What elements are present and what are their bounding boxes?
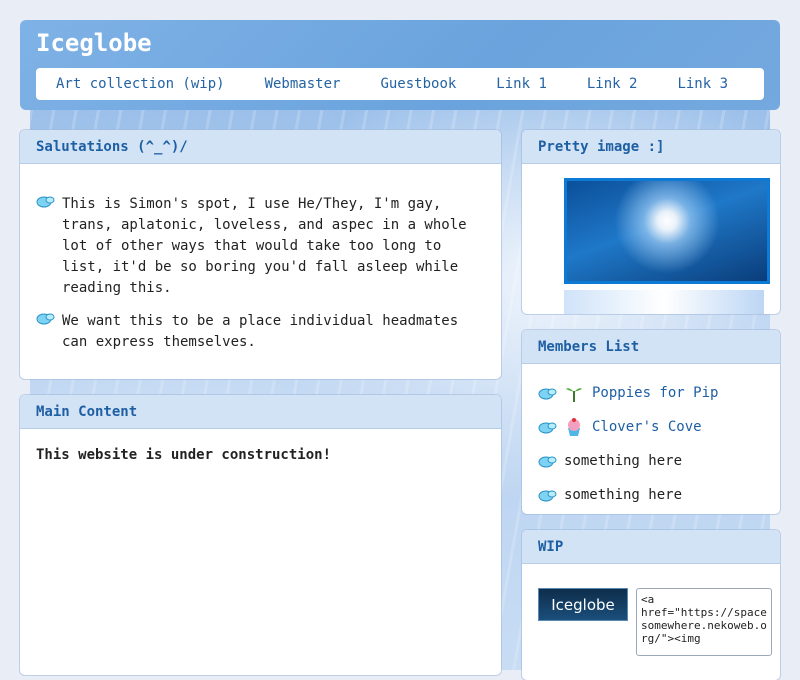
member-item[interactable]: Poppies for Pip <box>538 376 764 410</box>
embed-code-textarea[interactable]: <a href="https://spacesomewhere.nekoweb.… <box>636 588 772 656</box>
nav-link-1[interactable]: Link 1 <box>476 76 567 92</box>
nav-art-collection[interactable]: Art collection (wip) <box>36 76 245 92</box>
list-item: This is Simon's spot, I use He/They, I'm… <box>36 194 485 299</box>
member-item: something here <box>538 478 764 512</box>
bubble-icon <box>538 388 557 399</box>
main-content-panel: Main Content This website is under const… <box>20 395 501 675</box>
cupcake-icon <box>568 418 580 436</box>
salutation-text: This is Simon's spot, I use He/They, I'm… <box>62 196 467 296</box>
pretty-image-title: Pretty image :] <box>522 130 780 164</box>
nav-link-3[interactable]: Link 3 <box>657 76 748 92</box>
main-content-title: Main Content <box>20 395 501 429</box>
bubble-icon <box>538 422 557 433</box>
bubble-icon <box>36 313 55 325</box>
member-link-clover[interactable]: Clover's Cove <box>592 417 702 438</box>
members-title: Members List <box>522 330 780 364</box>
construction-notice: This website is under construction! <box>36 447 332 463</box>
site-button-88x31[interactable]: Iceglobe <box>538 588 628 621</box>
salutation-text: We want this to be a place individual he… <box>62 313 459 350</box>
members-panel: Members List Poppies for Pip Clover's Co… <box>522 330 780 514</box>
bubble-icon <box>36 196 55 208</box>
site-title: Iceglobe <box>36 29 152 57</box>
bubble-icon <box>538 456 557 467</box>
wip-panel: WIP Iceglobe <a href="https://spacesomew… <box>522 530 780 680</box>
nav-guestbook[interactable]: Guestbook <box>360 76 476 92</box>
site-header: Iceglobe Art collection (wip) Webmaster … <box>20 20 780 110</box>
nav-bar: Art collection (wip) Webmaster Guestbook… <box>36 68 764 100</box>
nav-link-2[interactable]: Link 2 <box>567 76 658 92</box>
salutations-title: Salutations (^_^)/ <box>20 130 501 164</box>
stamp-image-secondary <box>564 290 764 314</box>
wip-title: WIP <box>522 530 780 564</box>
salutations-panel: Salutations (^_^)/ This is Simon's spot,… <box>20 130 501 379</box>
nav-webmaster[interactable]: Webmaster <box>245 76 361 92</box>
member-link-pip[interactable]: Poppies for Pip <box>592 383 718 404</box>
list-item: We want this to be a place individual he… <box>36 311 485 353</box>
stamp-image <box>564 178 770 284</box>
member-placeholder: something here <box>564 486 683 503</box>
member-item: something here <box>538 444 764 478</box>
pretty-image-panel: Pretty image :] <box>522 130 780 314</box>
sprout-icon <box>566 388 582 402</box>
bubble-icon <box>538 490 557 501</box>
member-item[interactable]: Clover's Cove <box>538 410 764 444</box>
member-placeholder: something here <box>564 452 683 469</box>
